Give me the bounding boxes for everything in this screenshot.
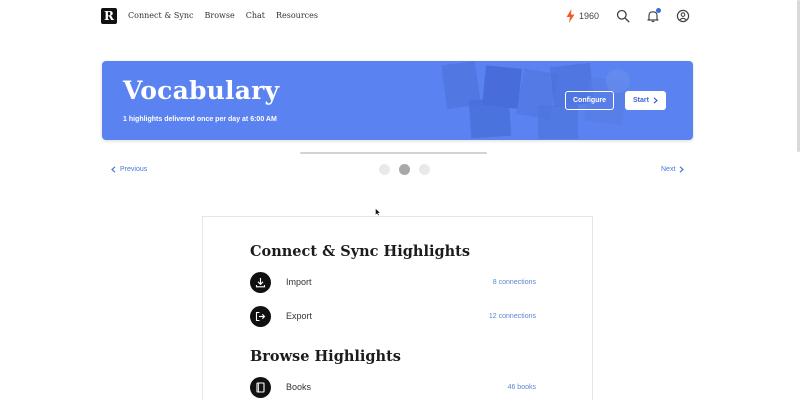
export-icon [250, 305, 271, 327]
nav-link-resources[interactable]: Resources [276, 11, 318, 20]
next-label: Next [661, 166, 676, 173]
streak-indicator[interactable]: 1960 [566, 9, 599, 23]
chevron-right-icon [680, 166, 685, 173]
hero-title: Vocabulary [123, 76, 280, 105]
review-hero-banner: Vocabulary 1 highlights delivered once p… [102, 61, 693, 140]
nav-link-connect-sync[interactable]: Connect & Sync [128, 11, 194, 20]
chevron-right-icon [653, 97, 658, 104]
start-button[interactable]: Start [625, 91, 666, 110]
previous-label: Previous [120, 166, 148, 173]
mouse-cursor-icon [375, 208, 381, 216]
carousel-dot[interactable] [379, 164, 390, 175]
previous-button[interactable]: Previous [111, 166, 147, 173]
row-label: Import [286, 277, 312, 287]
chevron-left-icon [111, 166, 116, 173]
import-row[interactable]: Import 8 connections [250, 271, 536, 293]
streak-count: 1960 [579, 11, 600, 21]
carousel-dots [379, 164, 430, 175]
readwise-logo[interactable]: R [101, 8, 117, 24]
download-icon [250, 271, 271, 293]
section-title-connect-sync: Connect & Sync Highlights [250, 243, 470, 260]
carousel-progress-track [300, 152, 487, 154]
configure-button[interactable]: Configure [565, 91, 615, 110]
row-label: Export [286, 311, 313, 321]
row-label: Books [286, 382, 312, 392]
export-row[interactable]: Export 12 connections [250, 305, 536, 327]
nav-link-browse[interactable]: Browse [205, 11, 235, 20]
lightning-icon [566, 9, 575, 23]
start-button-label: Start [633, 97, 649, 104]
top-navbar: R Connect & Sync Browse Chat Resources 1… [0, 0, 800, 33]
hero-subtitle: 1 highlights delivered once per day at 6… [123, 116, 277, 123]
row-count[interactable]: 12 connections [489, 313, 536, 320]
nav-link-chat[interactable]: Chat [246, 11, 265, 20]
next-button[interactable]: Next [661, 166, 685, 173]
books-row[interactable]: Books 46 books [250, 376, 536, 398]
row-count[interactable]: 46 books [508, 384, 536, 391]
notification-bell-icon[interactable] [646, 8, 661, 23]
notification-dot [656, 8, 661, 13]
book-icon [250, 376, 271, 398]
account-icon[interactable] [676, 9, 690, 23]
carousel-dot[interactable] [419, 164, 430, 175]
main-nav: Connect & Sync Browse Chat Resources [128, 11, 318, 20]
carousel-dot-active[interactable] [399, 164, 410, 175]
highlights-card: Connect & Sync Highlights Import 8 conne… [202, 216, 593, 400]
row-count[interactable]: 8 connections [493, 279, 536, 286]
section-title-browse: Browse Highlights [250, 348, 401, 365]
search-icon[interactable] [616, 9, 630, 23]
